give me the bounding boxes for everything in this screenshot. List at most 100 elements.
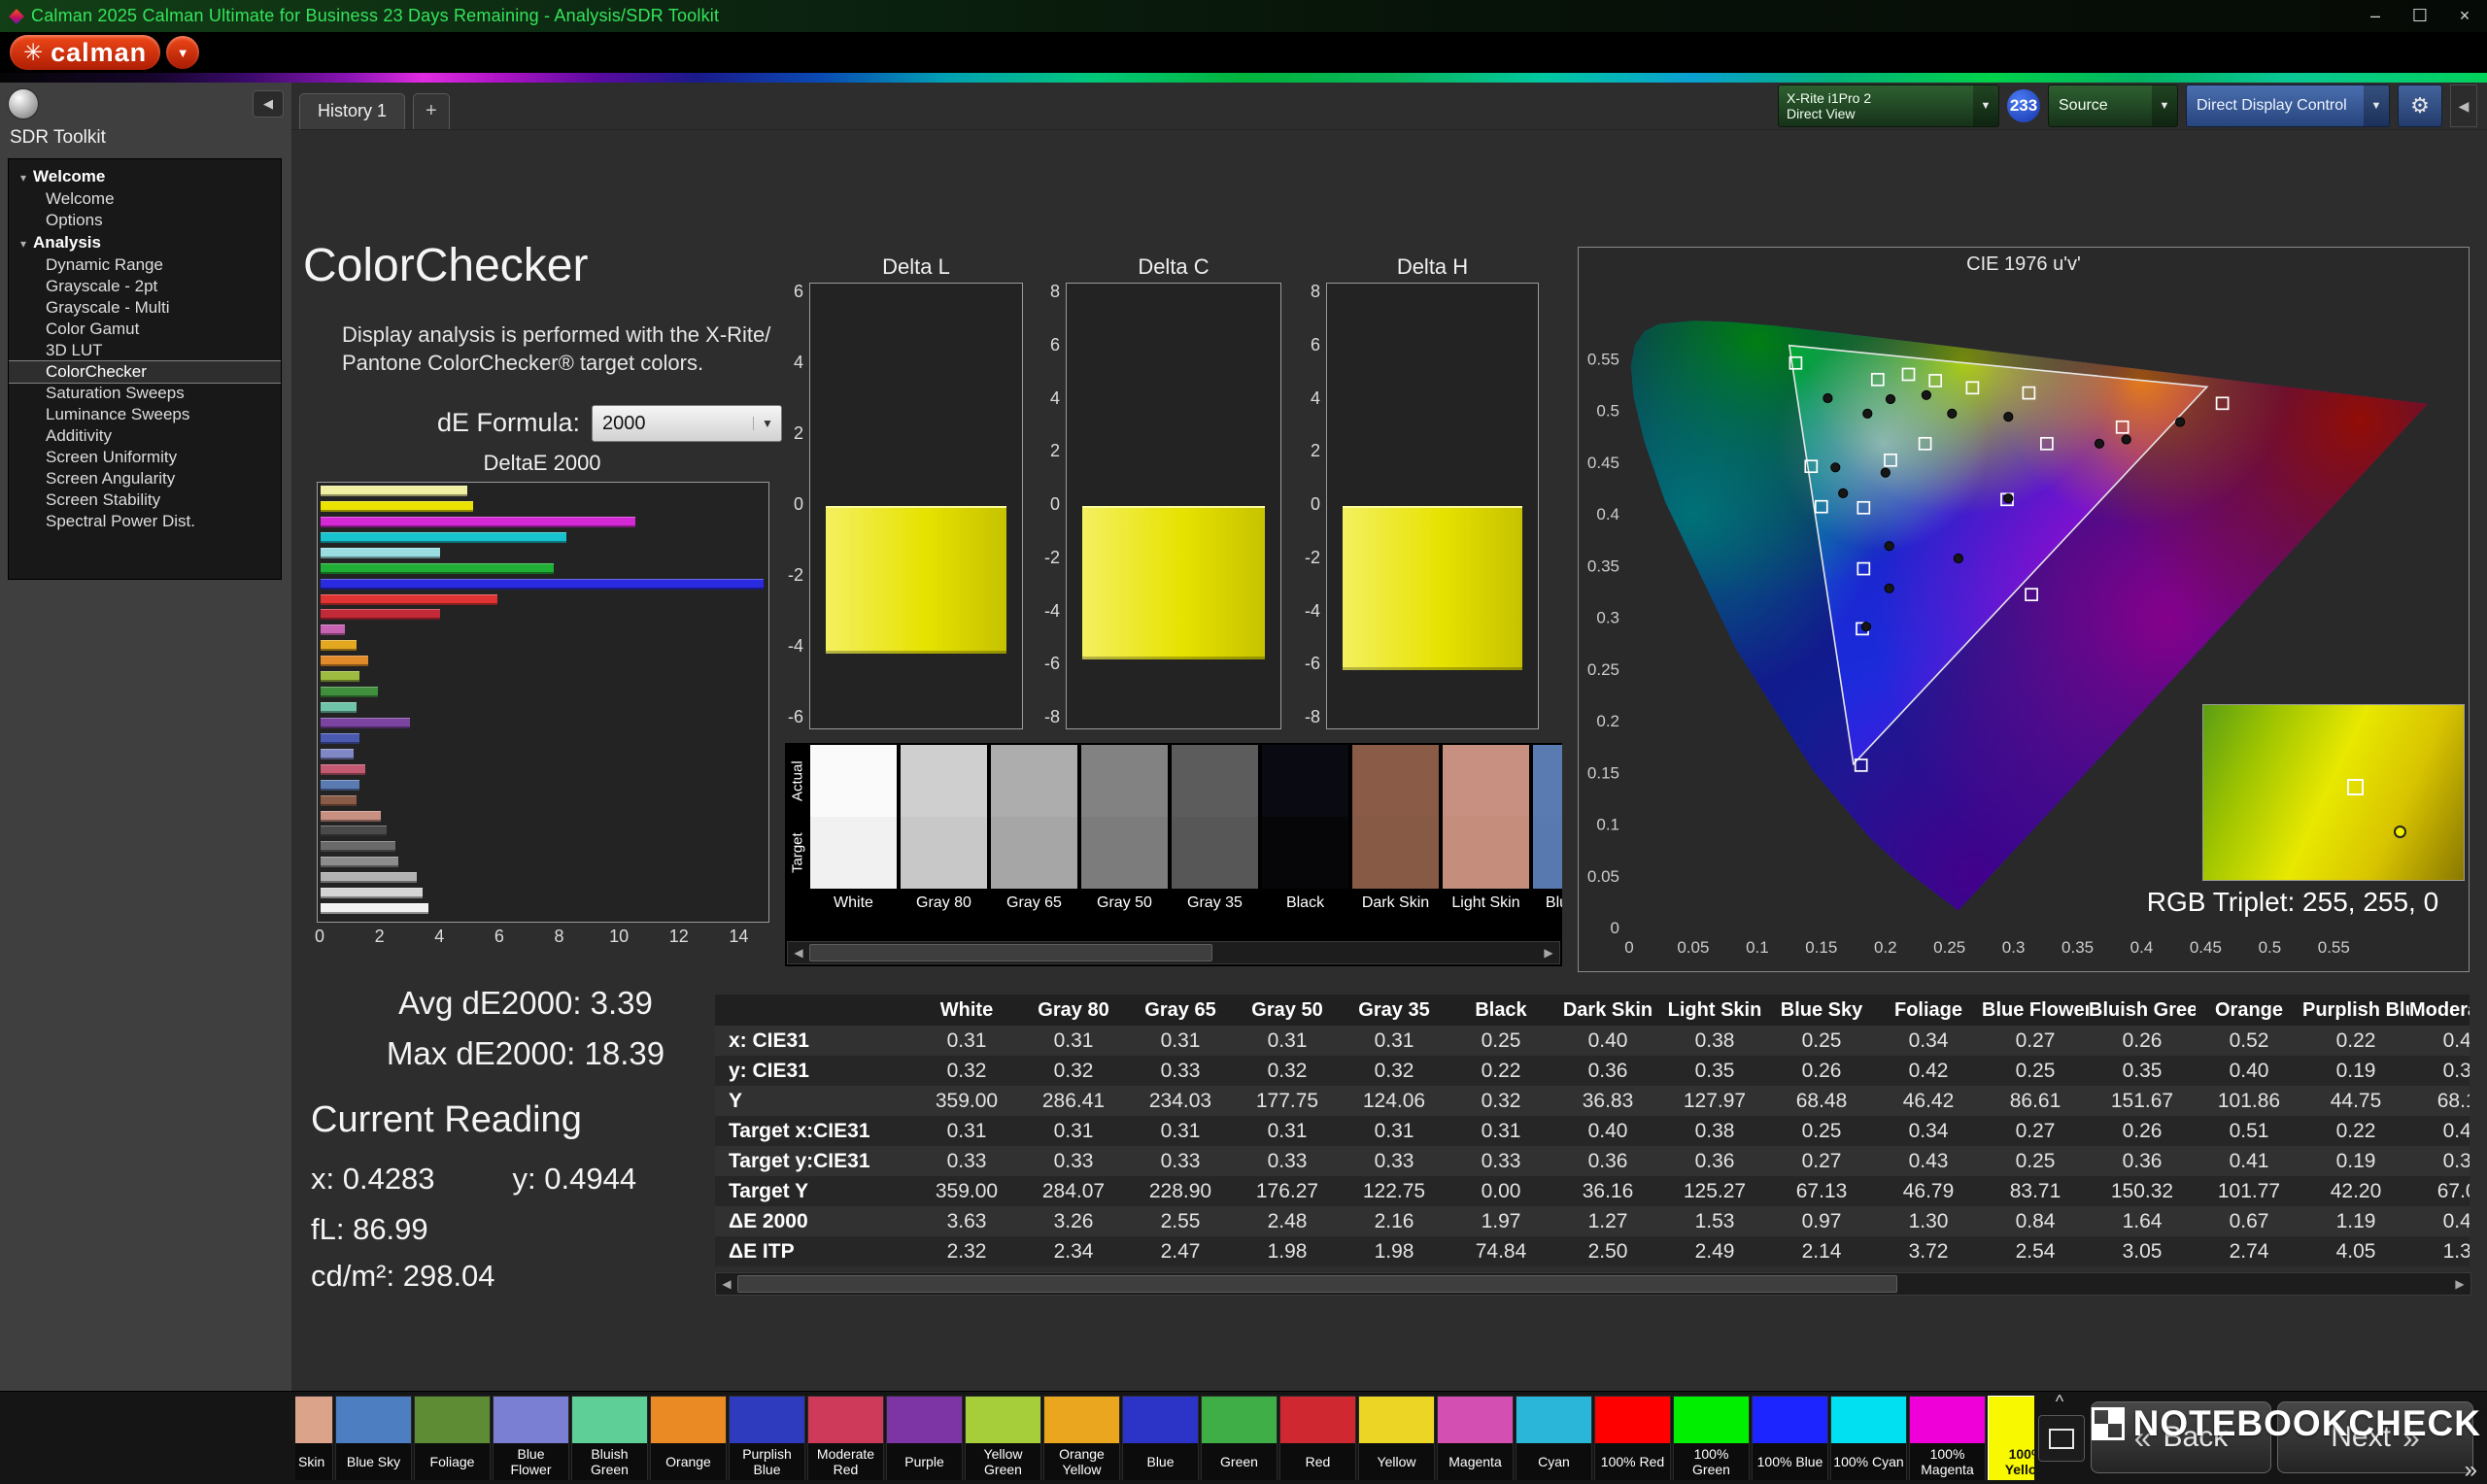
pattern-light-skin[interactable]: Light Skin: [295, 1396, 333, 1480]
pattern-green[interactable]: Green: [1201, 1396, 1278, 1480]
swatch-target-color: [1533, 817, 1562, 889]
panel-collapse-button[interactable]: ◀: [2450, 84, 2477, 127]
settings-gear-button[interactable]: ⚙: [2398, 84, 2442, 127]
sidebar-item-grayscale-multi[interactable]: Grayscale - Multi: [9, 297, 281, 319]
pattern-expand-caret[interactable]: ^: [2035, 1392, 2084, 1412]
pattern-foliage[interactable]: Foliage: [414, 1396, 491, 1480]
axis-tick-label: 2: [367, 927, 392, 947]
scroll-left-icon[interactable]: ◀: [716, 1277, 737, 1291]
pattern-cyan[interactable]: Cyan: [1516, 1396, 1592, 1480]
delta-chart-delta-h: Delta H86420-2-4-6-8: [1326, 254, 1539, 740]
swatch-scrollbar[interactable]: ◀ ▶: [787, 941, 1560, 964]
table-header-row: WhiteGray 80Gray 65Gray 50Gray 35BlackDa…: [715, 995, 2470, 1026]
sidebar-item-welcome[interactable]: Welcome: [9, 188, 281, 210]
pattern-100-magenta[interactable]: 100% Magenta: [1909, 1396, 1986, 1480]
sidebar-item-dynamic-range[interactable]: Dynamic Range: [9, 254, 281, 276]
pattern-orange[interactable]: Orange: [650, 1396, 727, 1480]
pattern-purple[interactable]: Purple: [886, 1396, 963, 1480]
sidebar-item-grayscale-2pt[interactable]: Grayscale - 2pt: [9, 276, 281, 297]
pattern-blue-sky[interactable]: Blue Sky: [335, 1396, 412, 1480]
sidebar-item-additivity[interactable]: Additivity: [9, 425, 281, 447]
deltae-bar-magenta: [321, 624, 345, 635]
pattern-purplish-blue[interactable]: Purplish Blue: [729, 1396, 805, 1480]
pattern-yellow-green[interactable]: Yellow Green: [965, 1396, 1041, 1480]
table-cell: 101.77: [2196, 1180, 2302, 1203]
meter-dropdown[interactable]: X-Rite i1Pro 2 Direct View ▼: [1778, 84, 1999, 127]
logo-menu-button[interactable]: ▼: [166, 36, 199, 69]
pattern-bluish-green[interactable]: Bluish Green: [571, 1396, 648, 1480]
table-cell: 0.36: [1661, 1150, 1768, 1173]
sidebar-item-screen-stability[interactable]: Screen Stability: [9, 489, 281, 511]
sidebar-item-options[interactable]: Options: [9, 210, 281, 231]
scrollbar-thumb[interactable]: [809, 944, 1212, 961]
sidebar-item-3d-lut[interactable]: 3D LUT: [9, 340, 281, 361]
pattern-blue[interactable]: Blue: [1122, 1396, 1199, 1480]
home-round-button[interactable]: [8, 88, 39, 119]
maximize-button[interactable]: ☐: [2398, 0, 2442, 32]
axis-tick-label: 8: [1029, 282, 1060, 302]
pattern-window-button[interactable]: [2038, 1415, 2085, 1462]
pattern-orange-yellow[interactable]: Orange Yellow: [1043, 1396, 1120, 1480]
sidebar-item-saturation-sweeps[interactable]: Saturation Sweeps: [9, 383, 281, 404]
table-cell: 177.75: [1234, 1090, 1341, 1113]
swatch-label: Gray 50: [1081, 889, 1168, 918]
table-header-light-skin: Light Skin: [1661, 999, 1768, 1022]
pattern-blue-flower[interactable]: Blue Flower: [493, 1396, 569, 1480]
sidebar-item-luminance-sweeps[interactable]: Luminance Sweeps: [9, 404, 281, 425]
sidebar-collapse-button[interactable]: ◀: [253, 90, 284, 118]
workflow-tree: ▾WelcomeWelcomeOptions▾AnalysisDynamic R…: [8, 158, 282, 580]
svg-text:0.35: 0.35: [2061, 938, 2094, 957]
pattern-magenta[interactable]: Magenta: [1437, 1396, 1514, 1480]
sidebar-item-screen-uniformity[interactable]: Screen Uniformity: [9, 447, 281, 468]
pattern-label: Orange: [651, 1443, 726, 1480]
scroll-right-icon[interactable]: ▶: [1538, 946, 1559, 960]
table-cell: 286.41: [1020, 1090, 1127, 1113]
axis-tick-label: 14: [726, 927, 751, 947]
tree-group-analysis[interactable]: ▾Analysis: [9, 231, 281, 254]
scroll-right-icon[interactable]: ▶: [2449, 1277, 2470, 1291]
calman-logo[interactable]: ✳ calman: [10, 35, 160, 70]
sidebar-item-colorchecker[interactable]: ColorChecker: [9, 361, 281, 383]
minimize-button[interactable]: –: [2353, 0, 2398, 32]
pattern-moderate-red[interactable]: Moderate Red: [807, 1396, 884, 1480]
svg-text:0: 0: [1624, 938, 1633, 957]
table-cell: 36.83: [1554, 1090, 1661, 1113]
pattern-color: [966, 1397, 1040, 1443]
table-cell: 0.40: [1554, 1029, 1661, 1053]
chart-title: Delta C: [1066, 254, 1281, 280]
pattern-100-red[interactable]: 100% Red: [1594, 1396, 1671, 1480]
pattern-red[interactable]: Red: [1279, 1396, 1356, 1480]
source-dropdown[interactable]: Source ▼: [2048, 84, 2178, 127]
corner-next-icon[interactable]: »: [2465, 1457, 2477, 1484]
chart-plot: [809, 283, 1023, 729]
pattern-color: [415, 1397, 490, 1443]
pattern-100-cyan[interactable]: 100% Cyan: [1830, 1396, 1907, 1480]
sidebar-item-screen-angularity[interactable]: Screen Angularity: [9, 468, 281, 489]
measured-marker-icon: [2394, 826, 2406, 838]
pattern-100-blue[interactable]: 100% Blue: [1752, 1396, 1828, 1480]
swatch-label: Light Skin: [1443, 889, 1529, 918]
table-cell: 0.97: [1768, 1210, 1875, 1233]
close-button[interactable]: ×: [2442, 0, 2487, 32]
swatch-row: ActualTargetWhiteGray 80Gray 65Gray 50Gr…: [785, 745, 1562, 918]
axis-tick-label: -2: [772, 565, 803, 586]
de-formula-dropdown[interactable]: 2000 ▼: [592, 405, 782, 442]
pattern-yellow[interactable]: Yellow: [1358, 1396, 1435, 1480]
pattern-100-yellow[interactable]: 100% Yellow: [1988, 1396, 2034, 1480]
tab-history-1[interactable]: History 1: [299, 93, 405, 129]
window-title: Calman 2025 Calman Ultimate for Business…: [31, 6, 719, 26]
row-label: y: CIE31: [715, 1060, 913, 1083]
sidebar-item-spectral-power-dist[interactable]: Spectral Power Dist.: [9, 511, 281, 532]
scrollbar-thumb[interactable]: [737, 1275, 1897, 1293]
tree-group-welcome[interactable]: ▾Welcome: [9, 165, 281, 188]
sidebar-item-color-gamut[interactable]: Color Gamut: [9, 319, 281, 340]
axis-tick-label: 2: [772, 423, 803, 444]
table-scrollbar[interactable]: ◀ ▶: [715, 1272, 2471, 1296]
table-row-y: Y359.00286.41234.03177.75124.060.3236.83…: [715, 1086, 2470, 1116]
scroll-left-icon[interactable]: ◀: [788, 946, 809, 960]
add-tab-button[interactable]: +: [413, 93, 450, 129]
deltae-bar-gray-35: [321, 841, 395, 852]
display-control-dropdown[interactable]: Direct Display Control ▼: [2186, 84, 2390, 127]
pattern-100-green[interactable]: 100% Green: [1673, 1396, 1750, 1480]
table-cell: 0.40: [2196, 1060, 2302, 1083]
